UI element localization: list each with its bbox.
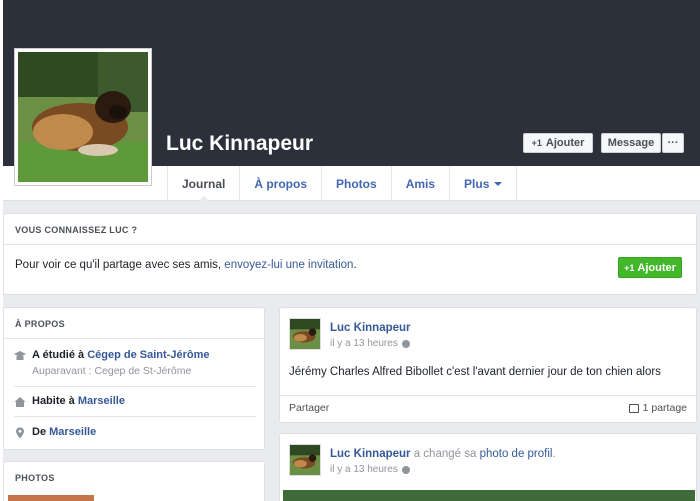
profile-photo-link[interactable]: photo de profil <box>480 448 553 460</box>
about-item-residence: Habite à Marseille <box>14 395 125 408</box>
share-link[interactable]: Partager <box>289 402 329 414</box>
tab-more[interactable]: Plus <box>449 166 518 201</box>
add-friend-button[interactable]: +1 Ajouter <box>523 133 593 153</box>
tab-label: Photos <box>336 176 377 191</box>
message-label: Message <box>607 137 655 149</box>
about-item-origin: De Marseille <box>14 426 96 439</box>
more-dots-icon: ··· <box>667 137 679 149</box>
timeline-post: Luc Kinnapeur a changé sa photo de profi… <box>279 433 697 501</box>
city-link[interactable]: Marseille <box>78 395 125 407</box>
know-person-title: VOUS CONNAISSEZ LUC ? <box>15 225 138 235</box>
chevron-down-icon <box>494 181 503 186</box>
add-friend-green-button[interactable]: +1 Ajouter <box>618 257 682 278</box>
add-friend-icon: +1 <box>624 262 635 273</box>
tab-label: À propos <box>254 176 308 191</box>
tab-about[interactable]: À propos <box>239 166 321 201</box>
about-prefix: A étudié à <box>32 349 88 361</box>
shares-count: 1 partage <box>642 402 687 414</box>
origin-city-link[interactable]: Marseille <box>49 426 96 438</box>
invite-text-end: . <box>353 259 357 271</box>
share-icon <box>628 403 639 413</box>
about-previous-school: Auparavant : Cegep de St-Jérôme <box>32 365 192 377</box>
dog-photo-image <box>18 52 148 182</box>
tab-journal[interactable]: Journal <box>167 166 239 202</box>
post-author-link[interactable]: Luc Kinnapeur <box>330 448 411 460</box>
message-button[interactable]: Message <box>601 133 661 153</box>
post-text: Jérémy Charles Alfred Bibollet c'est l'a… <box>289 366 661 378</box>
post-header: Luc Kinnapeur a changé sa photo de profi… <box>330 448 556 460</box>
timeline-post: Luc Kinnapeur il y a 13 heures Jérémy Ch… <box>279 307 697 423</box>
about-title: À PROPOS <box>15 319 65 329</box>
about-prefix: De <box>32 426 50 438</box>
divider <box>4 338 264 339</box>
post-timestamp[interactable]: il y a 13 heures <box>330 464 410 475</box>
post-action-text: a changé sa <box>413 448 480 460</box>
post-timestamp[interactable]: il y a 13 heures <box>330 338 410 349</box>
tab-photos[interactable]: Photos <box>321 166 391 201</box>
send-invitation-link[interactable]: envoyez-lui une invitation <box>224 259 353 271</box>
tab-label: Plus <box>464 176 490 191</box>
avatar-image <box>290 319 320 349</box>
divider <box>280 395 696 396</box>
post-image[interactable] <box>283 490 695 501</box>
divider <box>14 386 256 387</box>
tab-label: Journal <box>182 176 226 191</box>
home-icon <box>14 397 26 407</box>
school-link[interactable]: Cégep de Saint-Jérôme <box>87 349 209 361</box>
photos-title[interactable]: PHOTOS <box>15 473 55 483</box>
post-author-link[interactable]: Luc Kinnapeur <box>330 322 411 334</box>
globe-icon <box>401 465 410 474</box>
shares-count-link[interactable]: 1 partage <box>628 402 687 414</box>
about-prefix: Habite à <box>32 395 78 407</box>
add-friend-icon: +1 <box>531 138 542 148</box>
page-left-edge <box>0 0 3 501</box>
about-card: À PROPOS A étudié à Cégep de Saint-Jérôm… <box>3 307 265 450</box>
school-icon <box>14 351 26 360</box>
invite-text: Pour voir ce qu'il partage avec ses amis… <box>15 259 225 271</box>
profile-name[interactable]: Luc Kinnapeur <box>166 132 313 156</box>
divider <box>4 244 696 245</box>
profile-tabs: Journal À propos Photos Amis Plus <box>167 166 518 202</box>
globe-icon <box>401 339 410 348</box>
add-friend-label: Ajouter <box>545 137 585 149</box>
know-person-card: VOUS CONNAISSEZ LUC ? Pour voir ce qu'il… <box>3 213 697 295</box>
avatar-image <box>290 445 320 475</box>
post-time-text: il y a 13 heures <box>330 338 398 349</box>
know-person-text: Pour voir ce qu'il partage avec ses amis… <box>15 259 357 271</box>
tab-friends[interactable]: Amis <box>390 166 449 201</box>
avatar[interactable] <box>289 444 321 476</box>
photo-thumbnail[interactable] <box>8 495 94 501</box>
location-pin-icon <box>16 427 24 439</box>
profile-picture[interactable] <box>14 48 152 186</box>
post-time-text: il y a 13 heures <box>330 464 398 475</box>
avatar[interactable] <box>289 318 321 350</box>
more-options-button[interactable]: ··· <box>662 133 684 153</box>
divider <box>14 416 256 417</box>
add-friend-label: Ajouter <box>637 261 676 274</box>
post-action-end: . <box>552 448 556 460</box>
tab-label: Amis <box>405 176 436 191</box>
photos-card: PHOTOS <box>3 461 265 501</box>
about-item-education: A étudié à Cégep de Saint-Jérôme Auparav… <box>14 349 209 377</box>
